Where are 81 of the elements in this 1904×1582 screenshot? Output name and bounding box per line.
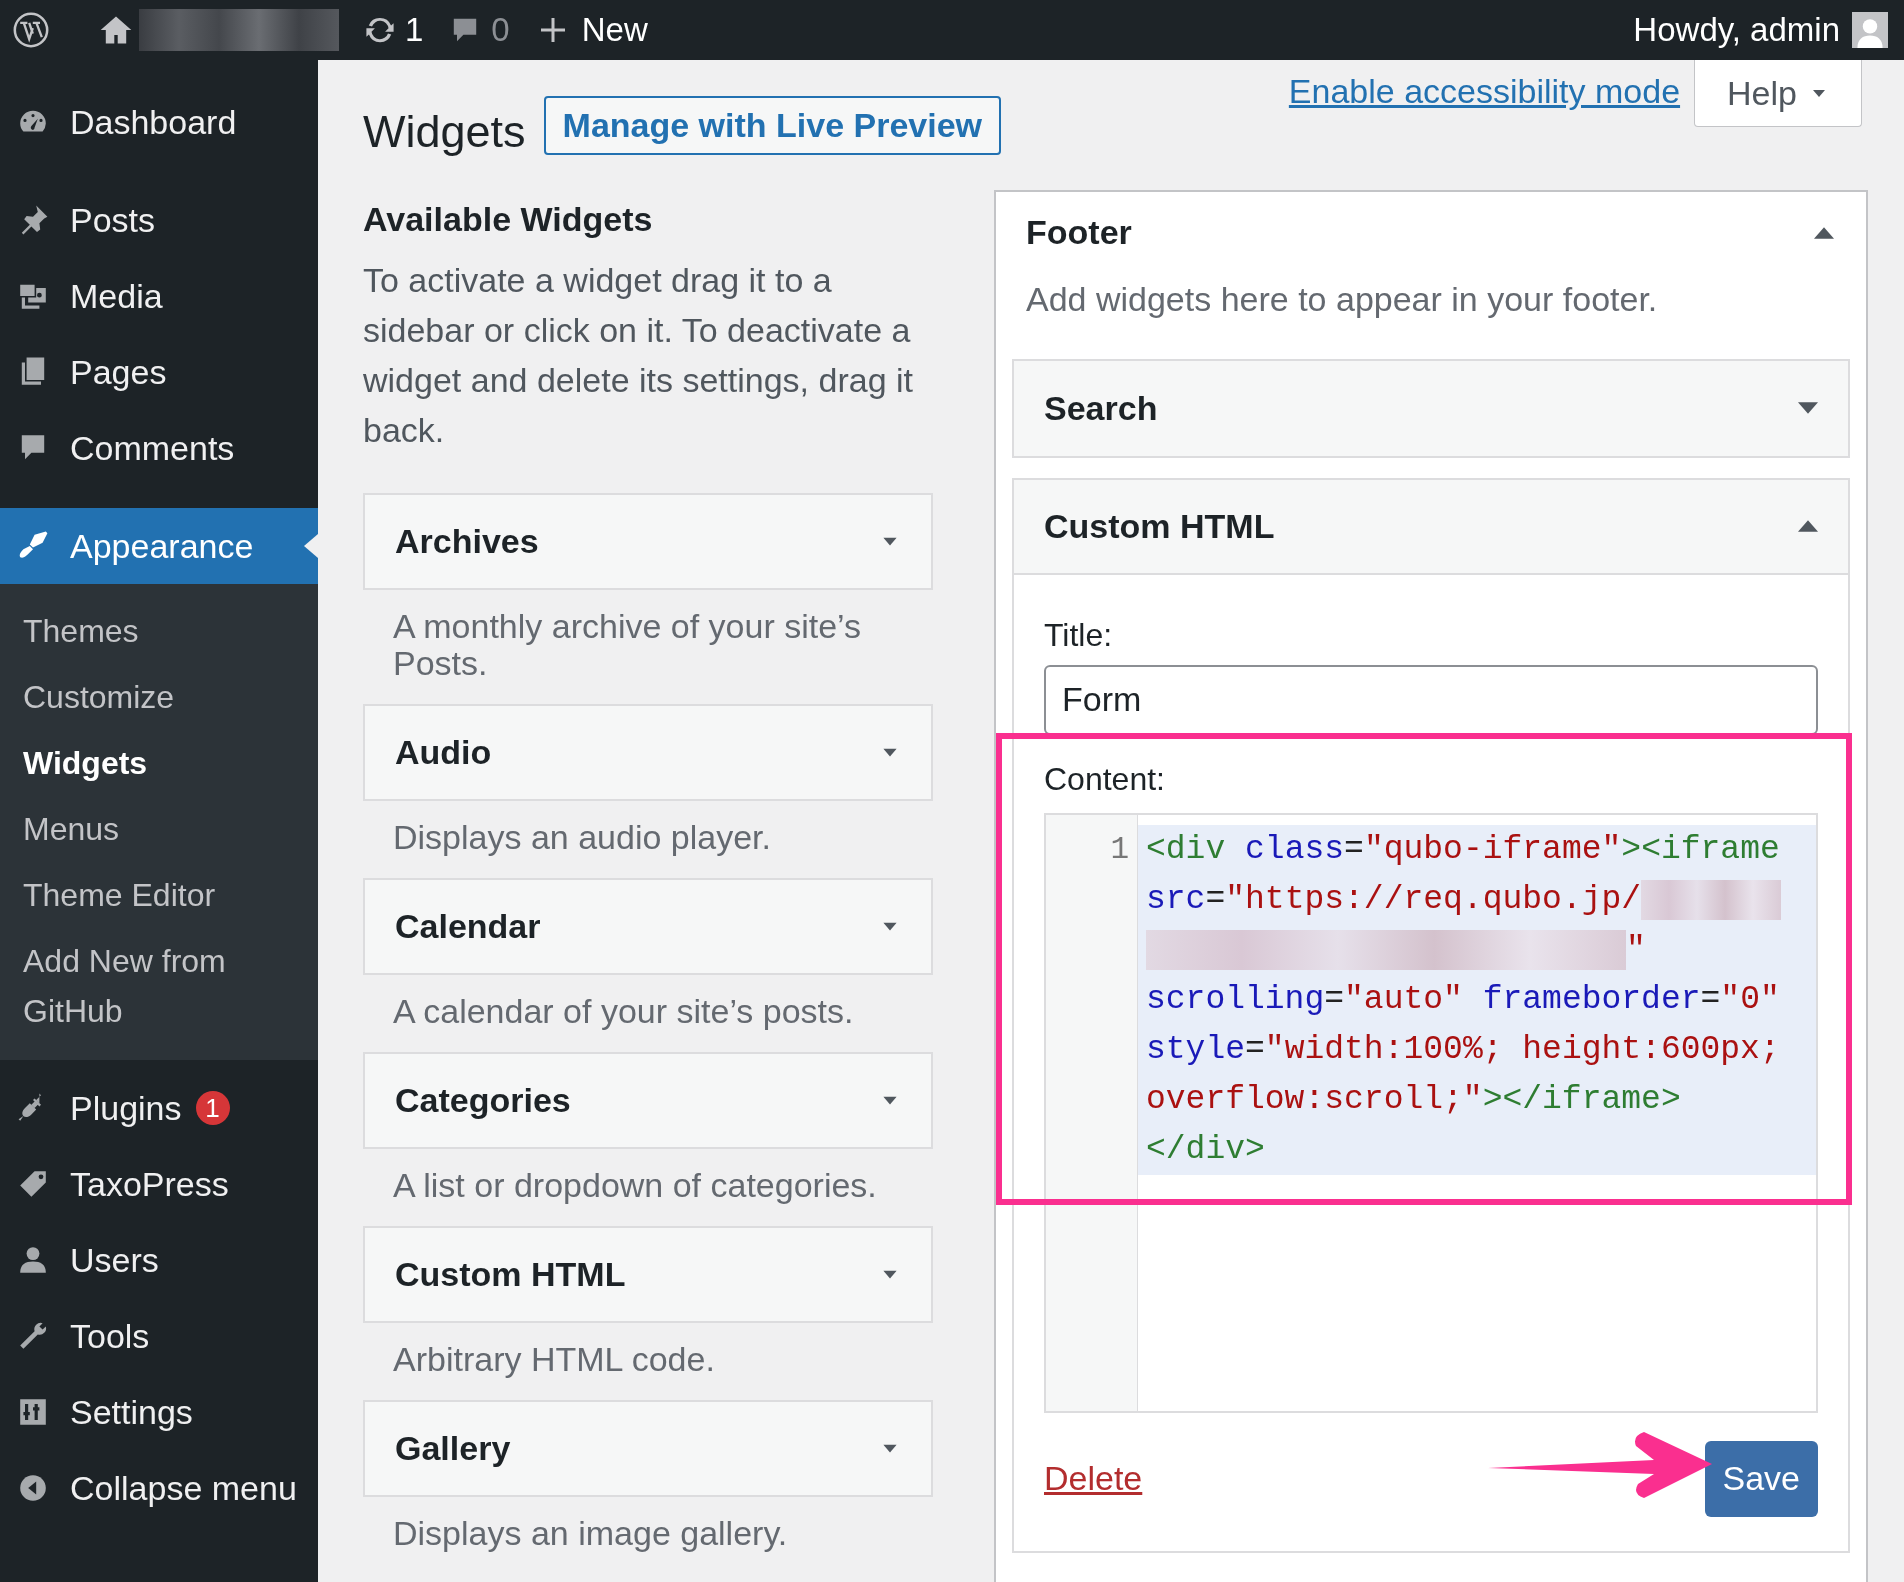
sidebar-item[interactable]: Pages (0, 334, 318, 410)
wrench-icon (17, 1320, 49, 1352)
save-button[interactable]: Save (1704, 1440, 1818, 1517)
code-token: "auto" (1344, 979, 1464, 1020)
widget-description: Displays an image gallery. (392, 1514, 789, 1552)
live-preview-button[interactable]: Manage with Live Preview (543, 96, 1002, 155)
widget-card[interactable]: Categories (363, 1051, 933, 1149)
code-token: "qubo-iframe" (1363, 829, 1622, 870)
submenu-item[interactable]: Customize (0, 664, 318, 730)
code-token: ><iframe (1621, 829, 1780, 870)
code-token: overflow:scroll;" (1146, 1079, 1483, 1120)
accessibility-mode-link[interactable]: Enable accessibility mode (1288, 66, 1681, 117)
widget-card[interactable]: Gallery (363, 1399, 933, 1497)
widget-description: A calendar of your site’s posts. (392, 992, 855, 1030)
updates-link[interactable]: 1 (363, 5, 424, 55)
sidebar-item[interactable]: Settings (0, 1374, 318, 1450)
code-token: = (1205, 879, 1226, 920)
widget-description: Arbitrary HTML code. (392, 1340, 716, 1378)
update-count-badge: 1 (195, 1091, 230, 1125)
code-token: frameborder (1482, 979, 1701, 1020)
code-token: = (1700, 979, 1721, 1020)
submenu-item[interactable]: Themes (0, 598, 318, 664)
sidebar-item[interactable]: Posts (0, 182, 318, 258)
code-token: " (1626, 929, 1646, 970)
account-menu[interactable]: Howdy, admin (1633, 5, 1888, 55)
user-icon (17, 1244, 49, 1276)
widget-description: A list or dropdown of categories. (392, 1166, 878, 1204)
field-label: Title: (1044, 615, 1114, 655)
new-content-link[interactable]: New (537, 5, 648, 55)
delete-link[interactable]: Delete (1044, 1453, 1143, 1504)
widget-card[interactable]: Calendar (363, 877, 933, 975)
code-token: = (1324, 979, 1345, 1020)
sidebar-item[interactable]: Tools (0, 1298, 318, 1374)
code-token: = (1245, 1029, 1265, 1070)
collapse-icon (17, 1472, 49, 1504)
sidebar-item[interactable]: TaxoPress (0, 1146, 318, 1222)
user-avatar-icon (1852, 12, 1888, 48)
submenu-item[interactable]: Theme Editor (0, 862, 318, 928)
code-token: scrolling (1146, 979, 1325, 1020)
code-token: = (1344, 829, 1364, 870)
code-token: class (1245, 829, 1345, 870)
widget-description: Displays an audio player. (392, 818, 772, 856)
widget-area-title: Footer (1026, 212, 1132, 253)
sidebar-item[interactable]: Media (0, 258, 318, 334)
sidebar-item[interactable]: Plugins 1 (0, 1070, 318, 1146)
help-button[interactable]: Help (1694, 60, 1862, 127)
code-token: "0" (1720, 979, 1780, 1020)
widget-card[interactable]: Custom HTML (363, 1225, 933, 1323)
widget-header[interactable]: Search (1014, 360, 1848, 456)
code-token: ></iframe> (1482, 1079, 1681, 1120)
title-input[interactable]: Form (1044, 664, 1818, 735)
sidebar-item[interactable]: Collapse menu (0, 1450, 318, 1526)
widget-card[interactable]: Audio (363, 703, 933, 801)
sliders-icon (17, 1396, 49, 1428)
line-number: 1 (1110, 830, 1129, 869)
sidebar-item[interactable]: Users (0, 1222, 318, 1298)
instructions-text: To activate a widget drag it to a sidebar or click on it. To deactivate a widget and delete its settings, drag it back. (363, 259, 914, 451)
code-token: </div> (1146, 1129, 1265, 1170)
widget-card[interactable]: Archives (363, 492, 933, 590)
sidebar-item[interactable]: Dashboard (0, 84, 318, 160)
tag-icon (17, 1168, 49, 1200)
code-token: "width:100%; height:600px; (1264, 1029, 1780, 1070)
submenu-item[interactable]: Menus (0, 796, 318, 862)
code-token: src (1146, 879, 1206, 920)
widget-description: A monthly archive of your site’s Posts. (392, 607, 863, 682)
sidebar-item[interactable]: Appearance (0, 508, 318, 584)
code-token: style (1146, 1029, 1246, 1070)
comments-link[interactable]: 0 (449, 5, 510, 55)
section-heading: Available Widgets (363, 198, 654, 240)
code-token: <div (1146, 829, 1227, 870)
code-token: "https://req.qubo.jp/ (1225, 879, 1642, 920)
submenu-item[interactable]: Add New from GitHub (0, 928, 318, 1044)
code-editor[interactable]: 1 <div class="qubo-iframe"><iframe src="https://req.qubo.jp/ " scrolling="auto" frameborder="0" style="width:100%; height:600px; overflow:scroll;"></iframe> </div> (1044, 812, 1818, 1413)
field-label: Content: (1044, 759, 1166, 799)
sidebar-item[interactable]: Comments (0, 410, 318, 486)
submenu-item[interactable]: Widgets (0, 730, 318, 796)
page-title: Widgets (363, 105, 526, 159)
widget-area-description: Add widgets here to appear in your footer. (1025, 278, 1659, 320)
current-page-pointer (304, 534, 318, 558)
widget-header[interactable]: Custom HTML (1014, 479, 1848, 575)
wordpress-logo-icon (13, 12, 49, 48)
